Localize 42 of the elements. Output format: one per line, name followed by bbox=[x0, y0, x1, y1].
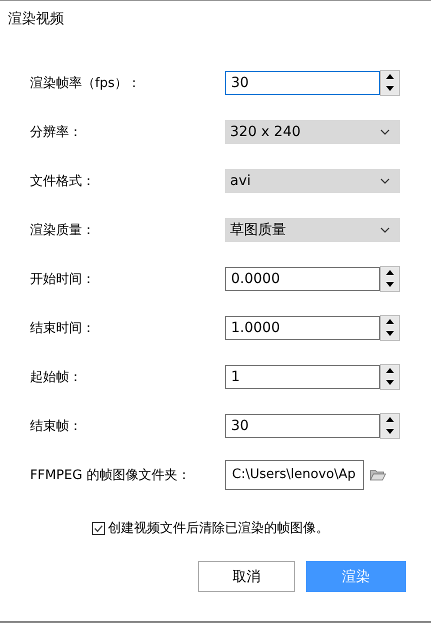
folder-icon[interactable] bbox=[370, 468, 386, 480]
checkmark-icon bbox=[93, 522, 104, 534]
dropdown[interactable]: avi bbox=[225, 168, 400, 192]
up-arrow-icon[interactable] bbox=[386, 417, 394, 422]
up-arrow-icon[interactable] bbox=[386, 368, 394, 373]
field-label: 渲染质量： bbox=[30, 222, 96, 238]
field-label: 结束帧： bbox=[30, 418, 83, 434]
down-arrow-icon[interactable] bbox=[386, 380, 394, 385]
number-field[interactable]: 30 bbox=[225, 70, 380, 94]
checkbox[interactable] bbox=[92, 522, 105, 534]
down-arrow-icon[interactable] bbox=[386, 86, 394, 91]
field-label: FFMPEG 的帧图像文件夹： bbox=[30, 466, 192, 484]
chevron-down-icon bbox=[380, 128, 390, 134]
cancel-button[interactable]: 取消 bbox=[198, 561, 295, 592]
number-field[interactable]: 1 bbox=[225, 364, 380, 388]
window-title: 渲染视频 bbox=[7, 10, 65, 29]
spin-buttons[interactable] bbox=[380, 70, 400, 96]
down-arrow-icon[interactable] bbox=[386, 331, 394, 336]
up-arrow-icon[interactable] bbox=[386, 319, 394, 324]
checkbox-label: 创建视频文件后清除已渲染的帧图像。 bbox=[108, 520, 329, 537]
spin-buttons[interactable] bbox=[380, 364, 400, 390]
number-field[interactable]: 30 bbox=[225, 414, 380, 438]
field-label: 结束时间： bbox=[30, 320, 96, 336]
field-label: 起始帧： bbox=[30, 368, 83, 386]
field-label: 文件格式： bbox=[30, 172, 96, 190]
spin-buttons[interactable] bbox=[380, 266, 400, 292]
field-label: 渲染帧率（fps）： bbox=[30, 74, 142, 92]
dropdown[interactable]: 320 x 240 bbox=[225, 120, 400, 144]
up-arrow-icon[interactable] bbox=[386, 270, 394, 275]
field-label: 开始时间： bbox=[30, 270, 96, 288]
down-arrow-icon[interactable] bbox=[386, 282, 394, 287]
number-field[interactable]: 1.0000 bbox=[225, 316, 380, 340]
down-arrow-icon[interactable] bbox=[386, 429, 394, 434]
number-field[interactable]: 0.0000 bbox=[225, 266, 380, 290]
chevron-down-icon bbox=[380, 226, 390, 232]
up-arrow-icon[interactable] bbox=[386, 74, 394, 79]
field-label: 分辨率： bbox=[30, 124, 83, 140]
spin-buttons[interactable] bbox=[380, 412, 400, 438]
path-field[interactable]: C:\Users\lenovo\Ap bbox=[225, 460, 364, 490]
spin-buttons[interactable] bbox=[380, 314, 400, 340]
dropdown[interactable]: 草图质量 bbox=[225, 218, 400, 242]
chevron-down-icon bbox=[380, 178, 390, 184]
